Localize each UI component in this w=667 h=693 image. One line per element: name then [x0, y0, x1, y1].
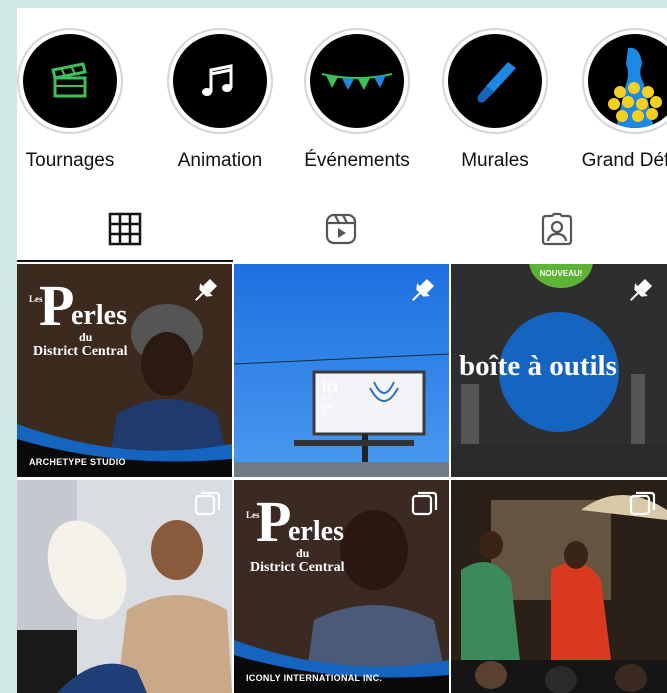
billboard-text: ici à 2 pas du [322, 379, 338, 417]
carousel-icon [411, 491, 438, 516]
profile-tabs [17, 198, 667, 260]
post-title-initial: P [39, 273, 74, 338]
highlight-ring [17, 28, 123, 134]
post-tile[interactable]: NOUVEAU! boîte à outils [451, 264, 667, 477]
post-caption: ARCHETYPE STUDIO [29, 457, 126, 467]
pin-icon [195, 278, 218, 301]
post-tile[interactable] [17, 480, 232, 693]
profile-content: Tournages Animation Événements Murales G… [17, 8, 667, 693]
post-tile[interactable]: Les P erles du District Central ICONLY I… [234, 480, 449, 693]
pin-icon [630, 278, 653, 301]
highlight-ring [442, 28, 548, 134]
post-title-district: District Central [33, 344, 128, 359]
grid-icon [108, 212, 142, 246]
carousel-icon [194, 491, 221, 516]
flower-dress-icon [588, 34, 667, 128]
post-title-du: du [79, 330, 93, 344]
tab-reels[interactable] [233, 198, 449, 260]
highlight-ring [304, 28, 410, 134]
story-highlights: Tournages Animation Événements Murales G… [17, 18, 667, 178]
boite-text: boîte à outils [459, 350, 617, 382]
highlight-label: Événements [304, 150, 410, 171]
post-title-initial: P [256, 489, 291, 554]
post-title-district: District Central [250, 560, 345, 575]
post-title-rest: erles [288, 516, 344, 547]
carousel-icon [629, 491, 656, 516]
tagged-user-icon [541, 212, 573, 246]
tab-posts-grid[interactable] [17, 198, 233, 260]
highlight-ring [582, 28, 667, 134]
post-title-rest: erles [71, 300, 127, 331]
highlight-label: Tournages [25, 150, 115, 171]
post-caption: ICONLY INTERNATIONAL INC. [246, 673, 383, 683]
bunting-icon [310, 34, 404, 128]
billboard-line: du [322, 407, 330, 417]
posts-grid: Les P erles du District Central ARCHETYP… [17, 264, 667, 693]
post-tile[interactable]: Les P erles du District Central ARCHETYP… [17, 264, 232, 477]
active-tab-indicator [17, 260, 233, 262]
pin-icon [412, 278, 435, 301]
post-title-du: du [296, 546, 310, 560]
reels-icon [325, 213, 357, 245]
tab-tagged[interactable] [449, 198, 665, 260]
highlight-ring [167, 28, 273, 134]
music-notes-icon [173, 34, 267, 128]
post-tile[interactable]: ici à 2 pas du [234, 264, 449, 477]
highlight-label: Murales [461, 150, 529, 171]
highlight-label: Grand Défilé [581, 150, 667, 171]
clapperboard-icon [23, 34, 117, 128]
highlight-label: Animation [177, 150, 263, 171]
paintbrush-icon [448, 34, 542, 128]
post-tile[interactable] [451, 480, 667, 693]
